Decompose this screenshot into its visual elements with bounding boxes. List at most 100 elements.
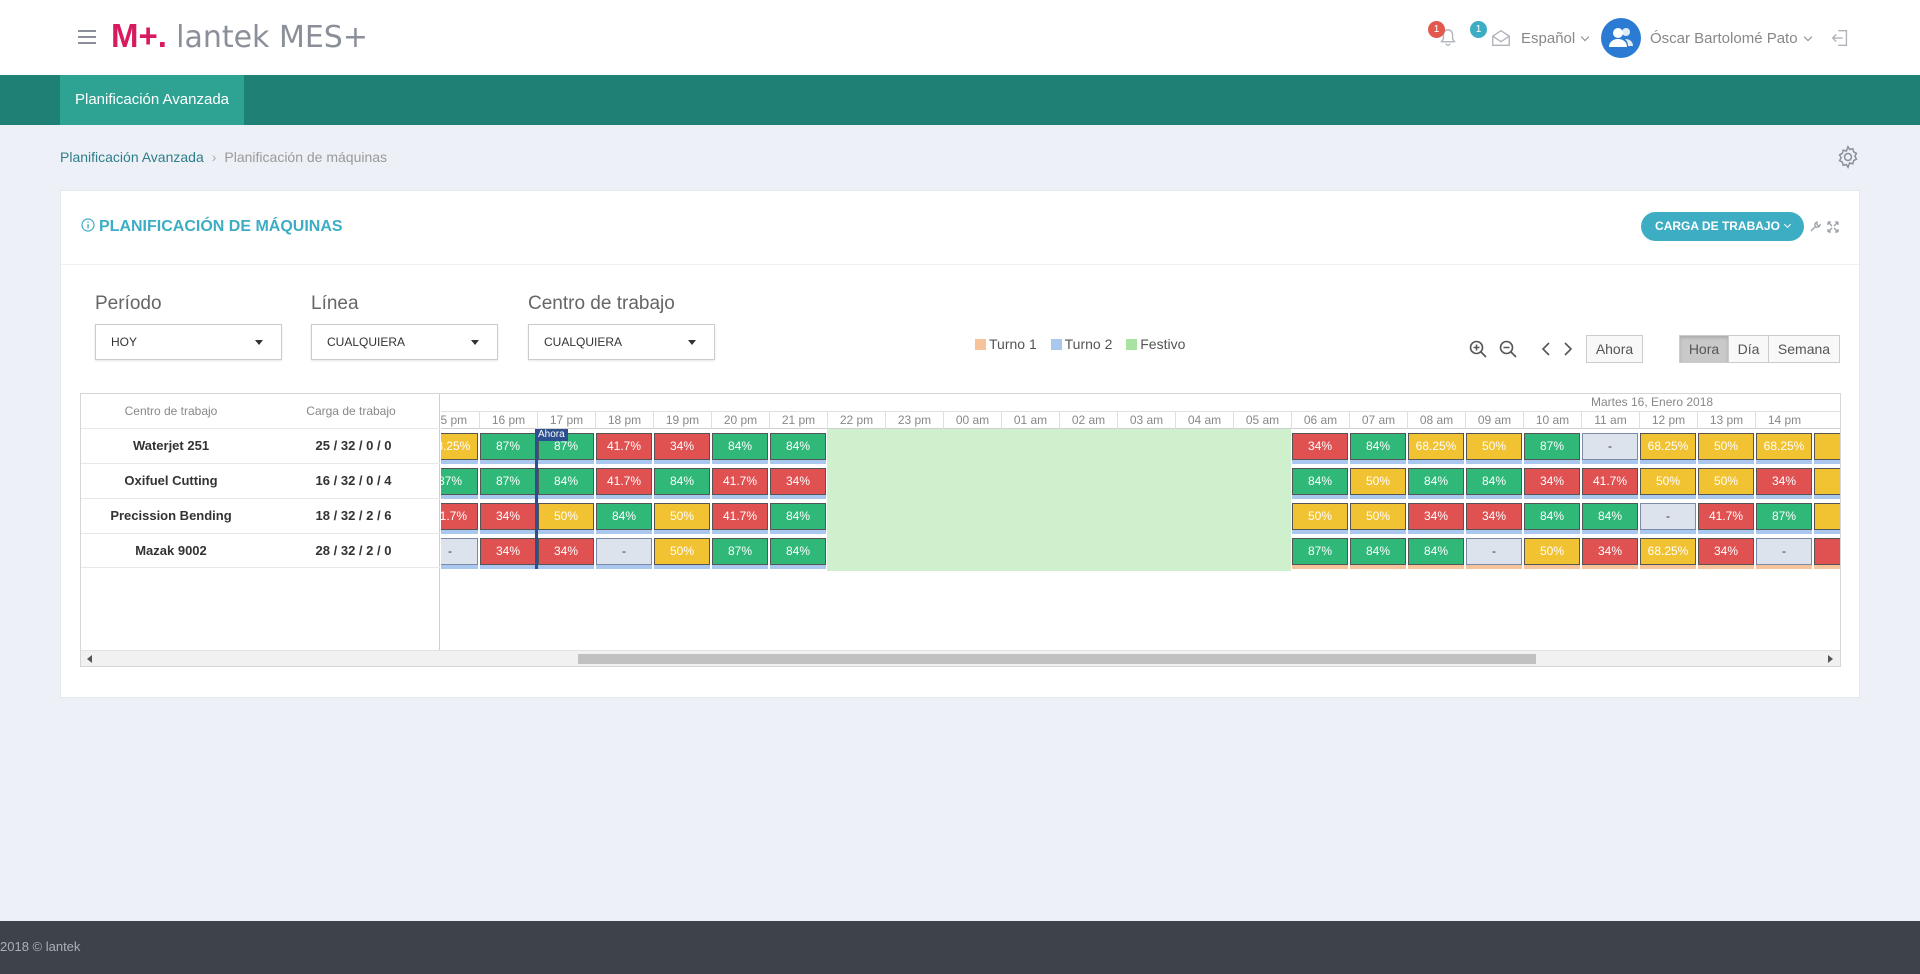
load-cell[interactable]: 84% [770,503,826,530]
gear-icon[interactable] [1835,144,1861,170]
load-cell[interactable]: 50% [1350,468,1406,495]
load-cell[interactable]: 50% [1524,538,1580,565]
periodo-select[interactable]: HOY [95,324,282,360]
user-menu[interactable]: Óscar Bartolomé Pato [1650,30,1812,47]
grid-row[interactable]: Precission Bending 18 / 32 / 2 / 6 [81,498,440,533]
load-cell[interactable]: 84% [596,503,652,530]
load-cell[interactable]: 34% [1582,538,1638,565]
chevron-left-icon[interactable] [1537,339,1557,359]
load-cell[interactable]: 84% [1582,503,1638,530]
load-cell[interactable]: 84% [538,468,594,495]
load-cell[interactable]: 50% [1698,433,1754,460]
load-cell[interactable]: 34% [1524,468,1580,495]
load-cell[interactable]: 84% [712,433,768,460]
scrollbar-thumb[interactable] [578,654,1536,664]
load-cell[interactable]: 41.7% [1582,468,1638,495]
scroll-right-icon[interactable] [1828,655,1833,663]
load-cell[interactable] [1814,468,1840,495]
grid-row[interactable]: Waterjet 251 25 / 32 / 0 / 0 [81,428,440,463]
load-cell[interactable]: 41.7% [441,503,478,530]
load-cell[interactable]: 84% [1408,468,1464,495]
load-cell[interactable]: 34% [1408,503,1464,530]
load-cell[interactable]: - [1466,538,1522,565]
load-cell[interactable]: 84% [1524,503,1580,530]
load-cell[interactable]: 87% [480,433,536,460]
load-cell[interactable]: 84% [1292,468,1348,495]
wrench-icon[interactable] [1808,220,1822,234]
grid-row[interactable]: Mazak 9002 28 / 32 / 2 / 0 [81,533,440,568]
view-semana-button[interactable]: Semana [1768,335,1840,363]
menu-icon[interactable] [78,30,96,44]
load-cell[interactable] [1814,503,1840,530]
load-cell[interactable]: 34% [480,538,536,565]
load-cell[interactable]: 50% [1350,503,1406,530]
load-cell[interactable]: 87% [1524,433,1580,460]
view-hora-button[interactable]: Hora [1679,335,1729,363]
load-cell[interactable]: 87% [480,468,536,495]
load-cell[interactable]: 41.7% [712,503,768,530]
load-cell[interactable]: 84% [770,538,826,565]
load-cell[interactable]: 41.7% [596,433,652,460]
language-selector[interactable]: Español [1521,30,1590,47]
chevron-right-icon[interactable] [1557,339,1577,359]
zoom-in-icon[interactable] [1468,339,1488,359]
scroll-left-icon[interactable] [87,655,92,663]
load-cell[interactable]: 87% [712,538,768,565]
horizontal-scrollbar[interactable] [81,650,1840,666]
breadcrumb-parent[interactable]: Planificación Avanzada [60,149,204,165]
load-cell[interactable]: - [1640,503,1696,530]
info-icon[interactable] [81,218,95,232]
zoom-out-icon[interactable] [1498,339,1518,359]
load-cell[interactable]: 41.7% [712,468,768,495]
app-logo[interactable]: M+. lantek MES+ [111,16,368,58]
load-cell[interactable]: 68.25% [1408,433,1464,460]
load-cell[interactable]: 87% [1292,538,1348,565]
load-cell[interactable]: - [441,538,478,565]
load-cell[interactable] [1814,538,1840,565]
load-cell[interactable]: 34% [1698,538,1754,565]
load-cell[interactable]: 41.7% [596,468,652,495]
centro-select[interactable]: CUALQUIERA [528,324,715,360]
load-cell[interactable]: 87% [441,468,478,495]
logout-icon[interactable] [1829,27,1851,49]
load-cell[interactable]: 50% [1698,468,1754,495]
load-cell[interactable]: 84% [1350,433,1406,460]
load-cell[interactable]: 50% [1640,468,1696,495]
load-cell[interactable]: 84% [1350,538,1406,565]
grid-row[interactable]: Oxifuel Cutting 16 / 32 / 0 / 4 [81,463,440,498]
load-cell[interactable]: 50% [654,538,710,565]
load-cell[interactable]: 50% [1292,503,1348,530]
load-cell[interactable]: 41.7% [1698,503,1754,530]
load-cell[interactable]: 68.25% [1640,538,1696,565]
load-cell[interactable]: 84% [654,468,710,495]
load-cell[interactable]: 50% [654,503,710,530]
load-cell[interactable] [1814,433,1840,460]
load-cell[interactable]: 34% [1292,433,1348,460]
load-cell[interactable]: 50% [538,503,594,530]
load-cell[interactable]: 34% [654,433,710,460]
load-cell[interactable]: 50% [1466,433,1522,460]
load-cell[interactable]: 34% [480,503,536,530]
load-cell[interactable]: 68.25% [441,433,478,460]
load-cell[interactable]: 34% [1756,468,1812,495]
load-cell[interactable]: 84% [1466,468,1522,495]
linea-select[interactable]: CUALQUIERA [311,324,498,360]
load-cell[interactable]: - [1582,433,1638,460]
load-cell[interactable]: 34% [538,538,594,565]
expand-icon[interactable] [1826,220,1840,234]
envelope-icon[interactable] [1490,27,1512,49]
tab-planificacion-avanzada[interactable]: Planificación Avanzada [60,75,244,125]
load-cell[interactable]: - [596,538,652,565]
carga-de-trabajo-button[interactable]: CARGA DE TRABAJO [1641,212,1804,241]
ahora-button[interactable]: Ahora [1586,335,1643,363]
load-cell[interactable]: 68.25% [1640,433,1696,460]
load-cell[interactable]: 84% [1408,538,1464,565]
load-cell[interactable]: 34% [770,468,826,495]
load-cell[interactable]: 68.25% [1756,433,1812,460]
load-cell[interactable]: 34% [1466,503,1522,530]
load-cell[interactable]: 84% [770,433,826,460]
view-dia-button[interactable]: Día [1728,335,1769,363]
load-cell[interactable]: 87% [1756,503,1812,530]
load-cell[interactable]: - [1756,538,1812,565]
user-avatar[interactable] [1601,18,1641,58]
